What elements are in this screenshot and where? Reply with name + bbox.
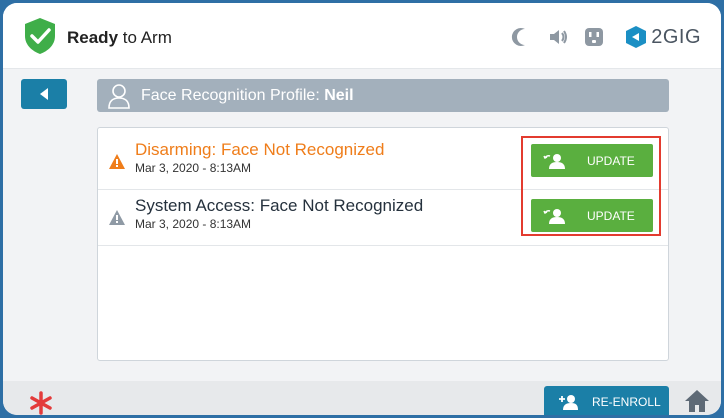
speaker-icon[interactable] [547, 26, 569, 48]
brand-mark-icon [626, 26, 647, 48]
event-title: System Access: Face Not Recognized [135, 196, 424, 215]
top-status-bar: Ready to Arm 2GIG [3, 3, 721, 69]
page-title-label: Face Recognition Profile: [141, 87, 325, 104]
panel-screen: Ready to Arm 2GIG Face Recognition Profi… [3, 3, 721, 415]
profile-name: Neil [324, 87, 354, 104]
update-label: UPDATE [587, 153, 635, 168]
brand-logo: 2GIG [625, 25, 701, 49]
device-frame: Ready to Arm 2GIG Face Recognition Profi… [0, 0, 724, 418]
face-update-icon [543, 208, 565, 224]
outlet-icon[interactable] [583, 26, 605, 48]
system-icons: 2GIG [511, 25, 701, 49]
re-enroll-button[interactable]: RE-ENROLL [544, 386, 669, 415]
event-date: Mar 3, 2020 - 8:13AM [135, 217, 252, 231]
event-date: Mar 3, 2020 - 8:13AM [135, 161, 252, 175]
page-title: Face Recognition Profile: Neil [141, 87, 354, 105]
arm-status-text: Ready to Arm [67, 28, 172, 48]
update-label: UPDATE [587, 208, 635, 223]
warning-icon [109, 210, 125, 225]
moon-icon[interactable] [511, 26, 533, 48]
check-shield-icon [25, 18, 55, 54]
status-bold: Ready [67, 28, 119, 47]
home-icon[interactable] [684, 388, 710, 414]
update-button[interactable]: UPDATE [531, 199, 653, 232]
event-title: Disarming: Face Not Recognized [135, 140, 385, 159]
re-enroll-label: RE-ENROLL [592, 395, 661, 409]
user-icon [108, 84, 130, 109]
back-arrow-icon [40, 88, 48, 100]
warning-icon [109, 154, 125, 169]
add-user-icon [559, 395, 578, 410]
update-button[interactable]: UPDATE [531, 144, 653, 177]
status-rest: to Arm [118, 28, 172, 47]
face-update-icon [543, 153, 565, 169]
profile-title-bar: Face Recognition Profile: Neil [97, 79, 669, 112]
asterisk-icon[interactable] [29, 391, 53, 415]
back-button[interactable] [21, 79, 67, 109]
brand-name: 2GIG [651, 25, 701, 48]
